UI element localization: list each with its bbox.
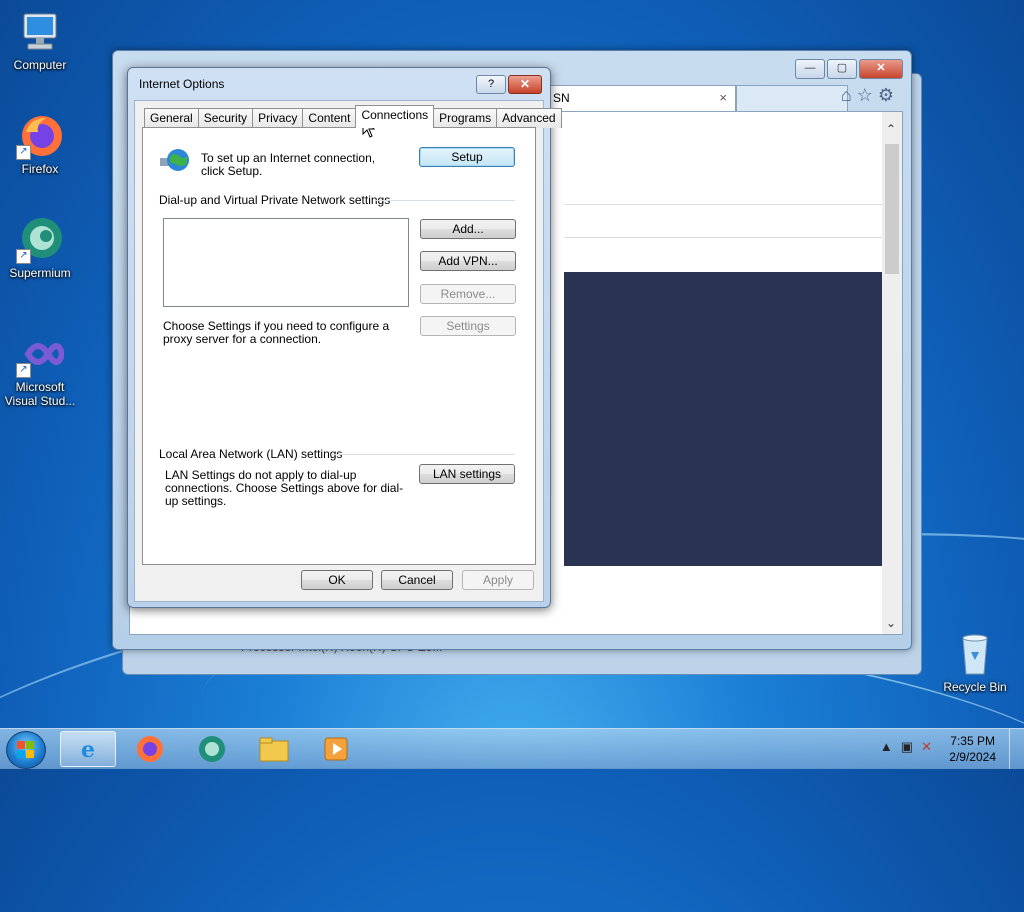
taskbar-firefox[interactable] <box>122 731 178 767</box>
favorites-star-icon[interactable]: ☆ <box>857 85 878 105</box>
tab-connections[interactable]: Connections <box>355 105 435 128</box>
desktop-icon-firefox[interactable]: ↗ Firefox <box>0 112 80 176</box>
lan-group-label: Local Area Network (LAN) settings <box>159 447 343 461</box>
tab-security[interactable]: Security <box>197 108 254 128</box>
close-button[interactable]: ✕ <box>859 59 903 79</box>
connections-page: To set up an Internet connection, click … <box>142 127 536 565</box>
dialup-group-label: Dial-up and Virtual Private Network sett… <box>159 193 391 207</box>
scroll-up-icon[interactable]: ⌃ <box>886 122 896 136</box>
desktop-icon-recycle-bin[interactable]: Recycle Bin <box>935 630 1015 694</box>
visual-studio-icon: ↗ <box>16 330 66 378</box>
remove-button[interactable]: Remove... <box>420 284 516 304</box>
taskbar-file-explorer[interactable] <box>246 731 302 767</box>
tab-content[interactable]: Content <box>302 108 357 128</box>
shortcut-arrow-icon: ↗ <box>16 363 31 378</box>
setup-text: To set up an Internet connection, click … <box>201 151 376 178</box>
desktop-icon-label: Firefox <box>21 162 59 176</box>
scroll-down-icon[interactable]: ⌄ <box>886 616 896 630</box>
tab-advanced[interactable]: Advanced <box>496 108 562 128</box>
content-dark-panel <box>564 272 902 566</box>
clock-date: 2/9/2024 <box>949 750 996 764</box>
media-player-icon <box>324 737 348 761</box>
window-controls: — ▢ ✕ <box>793 59 903 79</box>
desktop-icon-visual-studio[interactable]: ↗ Microsoft Visual Stud... <box>0 330 80 408</box>
tab-strip: General Security Privacy Content Connect… <box>144 105 562 128</box>
internet-explorer-icon: e <box>81 737 95 763</box>
browser-tab-title: SN <box>553 91 570 105</box>
cancel-button[interactable]: Cancel <box>381 570 453 590</box>
connections-listbox[interactable] <box>163 218 409 307</box>
maximize-button[interactable]: ▢ <box>827 59 857 79</box>
globe-network-icon <box>159 146 191 177</box>
home-icon[interactable]: ⌂ <box>841 85 857 105</box>
tab-privacy[interactable]: Privacy <box>252 108 304 128</box>
shortcut-arrow-icon: ↗ <box>16 145 31 160</box>
desktop-icon-label: Supermium <box>9 266 71 280</box>
windows-logo-icon <box>17 741 34 758</box>
tab-close-icon[interactable]: × <box>719 86 727 110</box>
dialog-body: General Security Privacy Content Connect… <box>134 100 562 602</box>
taskbar: e ▲▣✕ 7:35 PM 2/9/2024 <box>0 728 1024 769</box>
show-desktop-button[interactable] <box>1009 729 1024 769</box>
gear-icon[interactable]: ⚙ <box>878 85 899 105</box>
supermium-icon: ↗ <box>16 216 64 264</box>
dialog-title: Internet Options <box>139 77 225 91</box>
computer-icon <box>16 8 64 56</box>
tab-programs[interactable]: Programs <box>433 108 498 128</box>
add-button[interactable]: Add... <box>420 219 516 239</box>
apply-button[interactable]: Apply <box>462 570 534 590</box>
browser-toolbar-icons: ⌂☆⚙ <box>841 85 899 106</box>
show-hidden-icons-icon[interactable]: ▲ <box>880 739 901 754</box>
desktop-icon-label: Microsoft Visual Stud... <box>4 380 76 408</box>
clock[interactable]: 7:35 PM 2/9/2024 <box>949 733 996 765</box>
tab-general[interactable]: General <box>144 108 199 128</box>
lan-text: LAN Settings do not apply to dial-up con… <box>165 468 404 508</box>
shortcut-arrow-icon: ↗ <box>16 249 31 264</box>
firefox-icon: ↗ <box>16 112 64 160</box>
help-button[interactable]: ? <box>476 75 506 94</box>
desktop-icon-supermium[interactable]: ↗ Supermium <box>0 216 80 280</box>
start-button[interactable] <box>6 731 46 769</box>
taskbar-supermium[interactable] <box>184 731 240 767</box>
dialog-close-button[interactable]: ✕ <box>508 75 542 94</box>
firefox-icon <box>137 736 163 762</box>
network-icon[interactable]: ▣ <box>901 739 921 754</box>
settings-button[interactable]: Settings <box>420 316 516 336</box>
system-tray: ▲▣✕ <box>880 739 940 755</box>
proxy-text: Choose Settings if you need to configure… <box>163 319 390 346</box>
scrollbar-thumb[interactable] <box>885 144 899 274</box>
taskbar-media-player[interactable] <box>308 731 364 767</box>
taskbar-internet-explorer[interactable]: e <box>60 731 116 767</box>
group-divider <box>331 454 515 455</box>
lan-settings-button[interactable]: LAN settings <box>419 464 515 484</box>
new-tab-button[interactable] <box>736 85 848 112</box>
desktop-icon-computer[interactable]: Computer <box>0 8 80 72</box>
internet-options-dialog: Internet Options ? ✕ General Security Pr… <box>127 67 562 608</box>
ok-button[interactable]: OK <box>301 570 373 590</box>
clock-time: 7:35 PM <box>950 734 995 748</box>
setup-button[interactable]: Setup <box>419 147 515 167</box>
browser-tab[interactable]: SN × <box>546 85 736 111</box>
minimize-button[interactable]: — <box>795 59 825 79</box>
supermium-icon <box>199 736 225 762</box>
browser-scrollbar[interactable]: ⌃ ⌄ <box>882 112 902 634</box>
folder-icon <box>259 737 289 762</box>
content-banner <box>564 204 902 238</box>
add-vpn-button[interactable]: Add VPN... <box>420 251 516 271</box>
volume-muted-icon[interactable]: ✕ <box>921 739 940 754</box>
group-divider <box>375 200 515 201</box>
recycle-bin-icon <box>951 630 999 678</box>
desktop-icon-label: Recycle Bin <box>943 680 1007 694</box>
desktop-icon-label: Computer <box>13 58 67 72</box>
